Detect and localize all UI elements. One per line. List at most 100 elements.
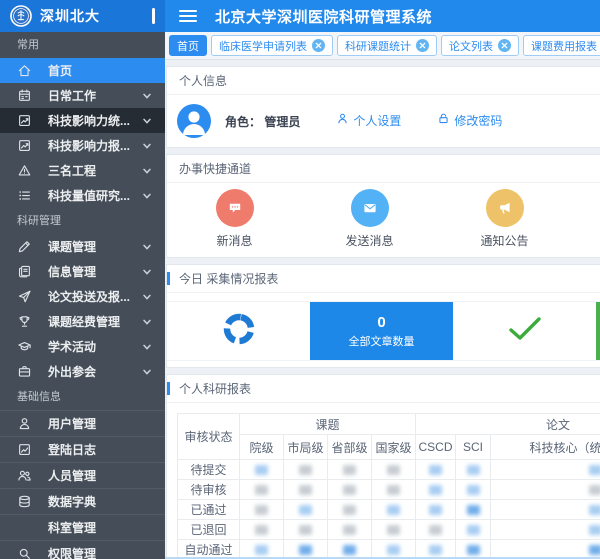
quick-item-label: 发送消息 xyxy=(345,232,393,249)
blurred-value xyxy=(429,465,442,475)
blurred-value xyxy=(255,545,268,555)
sidebar-item-课题经费管理[interactable]: 课题经费管理 xyxy=(0,309,165,334)
row-label: 已通过 xyxy=(178,500,240,520)
close-icon[interactable] xyxy=(312,39,325,52)
chevron-down-icon xyxy=(142,242,152,252)
list-icon xyxy=(17,188,33,204)
sidebar-item-三名工程[interactable]: 三名工程 xyxy=(0,158,165,183)
check-icon xyxy=(507,315,543,348)
quick-item-label: 通知公告 xyxy=(480,232,528,249)
blurred-value-cell xyxy=(416,460,456,480)
sidebar-item-科技影响力报[interactable]: 科技影响力报... xyxy=(0,133,165,158)
blurred-value-cell xyxy=(328,500,372,520)
sidebar-item-label: 课题管理 xyxy=(48,238,142,255)
blurred-value xyxy=(467,525,480,535)
sidebar-item-学术活动[interactable]: 学术活动 xyxy=(0,334,165,359)
research-report-table: 审核状态课题论文院级市局级省部级国家级CSCDSCI科技核心（统计源）期刊待提交… xyxy=(177,413,600,559)
quick-item-label: 新消息 xyxy=(216,232,252,249)
close-icon[interactable] xyxy=(498,39,511,52)
sidebar-item-科技影响力统[interactable]: 科技影响力统... xyxy=(0,108,165,133)
link-个人设置[interactable]: 个人设置 xyxy=(336,112,401,129)
sidebar-item-用户管理[interactable]: 用户管理 xyxy=(0,410,165,436)
report-card-title: 个人科研报表 xyxy=(167,375,600,403)
blurred-value-cell xyxy=(372,480,416,500)
blurred-value xyxy=(387,545,400,555)
tab-论文列表[interactable]: 论文列表 xyxy=(441,35,519,56)
header-bar: 北京大学深圳医院科研管理系统 xyxy=(165,0,600,32)
sidebar-item-登陆日志[interactable]: 登陆日志 xyxy=(0,436,165,462)
sidebar-item-label: 首页 xyxy=(48,62,165,79)
sidebar-item-信息管理[interactable]: 信息管理 xyxy=(0,259,165,284)
blurred-value-cell xyxy=(284,520,328,540)
table-row: 待审核 xyxy=(178,480,600,500)
blurred-value xyxy=(387,465,400,475)
chevron-down-icon xyxy=(142,191,152,201)
blurred-value xyxy=(589,505,600,515)
blurred-value-cell xyxy=(284,500,328,520)
link-label: 个人设置 xyxy=(353,112,401,129)
app-title: 北京大学深圳医院科研管理系统 xyxy=(215,6,432,27)
sidebar-item-科室管理[interactable]: 科室管理 xyxy=(0,514,165,540)
blurred-value xyxy=(343,525,356,535)
quick-item-通知公告[interactable]: 通知公告 xyxy=(437,189,572,249)
table-sub-header-row: 院级市局级省部级国家级CSCDSCI科技核心（统计源）期刊 xyxy=(178,435,600,460)
row-label: 已退回 xyxy=(178,520,240,540)
blurred-value xyxy=(343,505,356,515)
blurred-value xyxy=(255,465,268,475)
report-body: 审核状态课题论文院级市局级省部级国家级CSCDSCI科技核心（统计源）期刊待提交… xyxy=(167,403,600,559)
tab-科研课题统计[interactable]: 科研课题统计 xyxy=(337,35,437,56)
stat-cell-2 xyxy=(453,302,596,360)
blurred-value-cell xyxy=(456,520,491,540)
quick-item-新消息[interactable]: 新消息 xyxy=(167,189,302,249)
column-header: 国家级 xyxy=(372,435,416,460)
sidebar-item-权限管理[interactable]: 权限管理 xyxy=(0,540,165,559)
status-column-header: 审核状态 xyxy=(178,414,240,460)
blurred-value-cell xyxy=(240,460,284,480)
sidebar-item-label: 科技影响力统... xyxy=(48,112,142,129)
profile-body: 角色： 管理员 个人设置 修改密码 xyxy=(167,95,600,147)
blurred-value-cell xyxy=(328,460,372,480)
tab-首页[interactable]: 首页 xyxy=(169,35,207,56)
sidebar-item-外出参会[interactable]: 外出参会 xyxy=(0,359,165,384)
sidebar-item-数据字典[interactable]: 数据字典 xyxy=(0,488,165,514)
profile-card: 个人信息 角色： 管理员 个人设置 修改密码 xyxy=(166,66,600,148)
blurred-value xyxy=(589,485,600,495)
blurred-value-cell xyxy=(284,480,328,500)
user-role: 角色： 管理员 xyxy=(225,113,300,130)
sidebar-item-日常工作[interactable]: 日常工作 xyxy=(0,83,165,108)
blurred-value xyxy=(467,465,480,475)
sidebar-item-论文投送及报[interactable]: 论文投送及报... xyxy=(0,284,165,309)
sidebar-item-科技量值研究[interactable]: 科技量值研究... xyxy=(0,183,165,208)
tab-课题费用报表[interactable]: 课题费用报表 xyxy=(523,35,600,56)
sidebar-section-label: 常用 xyxy=(0,32,165,58)
tab-label: 临床医学申请列表 xyxy=(219,38,307,54)
sidebar-item-首页[interactable]: 首页 xyxy=(0,58,165,83)
role-value: 管理员 xyxy=(264,115,300,129)
blurred-value xyxy=(467,505,480,515)
blurred-value-cell xyxy=(240,520,284,540)
stat-cell-1: 0全部文章数量 xyxy=(310,302,453,360)
trophy-icon xyxy=(17,314,33,330)
profile-card-title: 个人信息 xyxy=(167,67,600,95)
blurred-value-cell xyxy=(372,520,416,540)
menu-toggle-icon[interactable] xyxy=(179,9,197,23)
pen-icon xyxy=(17,239,33,255)
blurred-value-cell xyxy=(372,500,416,520)
quick-item-发送消息[interactable]: 发送消息 xyxy=(302,189,437,249)
link-修改密码[interactable]: 修改密码 xyxy=(437,112,502,129)
send-icon xyxy=(17,289,33,305)
sidebar-item-人员管理[interactable]: 人员管理 xyxy=(0,462,165,488)
link-label: 修改密码 xyxy=(454,112,502,129)
blurred-value xyxy=(467,485,480,495)
profile-links: 个人设置 修改密码 xyxy=(300,112,502,131)
chevron-down-icon xyxy=(142,317,152,327)
sidebar-item-label: 登陆日志 xyxy=(48,441,165,458)
tab-label: 科研课题统计 xyxy=(345,38,411,54)
close-icon[interactable] xyxy=(416,39,429,52)
database-icon xyxy=(17,494,33,510)
blurred-value xyxy=(387,525,400,535)
sidebar-item-课题管理[interactable]: 课题管理 xyxy=(0,234,165,259)
tab-临床医学申请列表[interactable]: 临床医学申请列表 xyxy=(211,35,333,56)
sidebar-item-label: 人员管理 xyxy=(48,467,165,484)
chevron-down-icon xyxy=(142,166,152,176)
